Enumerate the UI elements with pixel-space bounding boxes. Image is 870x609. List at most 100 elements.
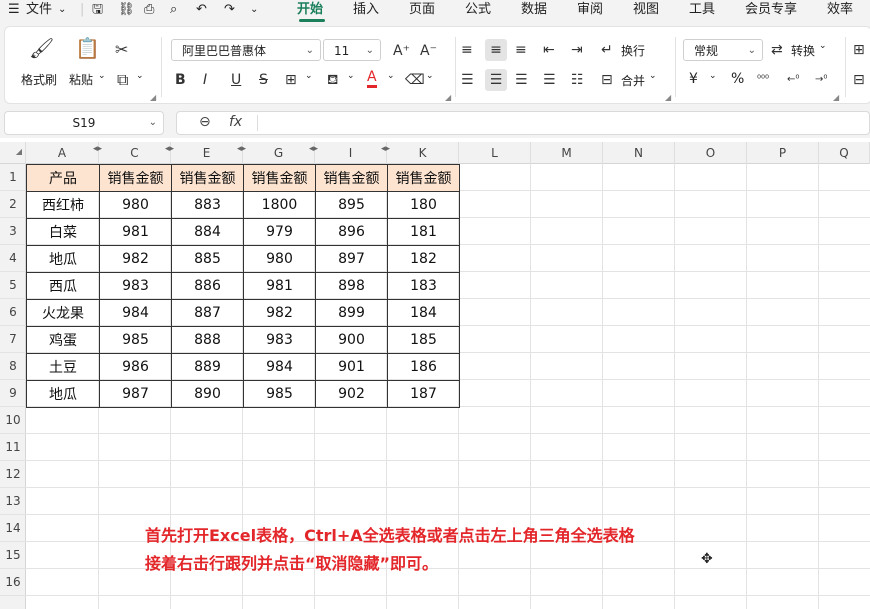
chevron-down-icon[interactable]: ⌄ xyxy=(347,71,355,81)
row-header-7[interactable]: 7 xyxy=(0,326,26,353)
print-icon[interactable]: ⎙ xyxy=(144,1,154,19)
table-cell[interactable]: 895 xyxy=(315,191,388,219)
currency-button[interactable]: ¥ xyxy=(689,71,698,87)
table-cell[interactable]: 890 xyxy=(171,380,244,408)
fx-icon[interactable]: fx xyxy=(229,114,242,130)
wrap-text-label[interactable]: 换行 xyxy=(621,42,645,59)
table-cell[interactable]: 183 xyxy=(387,272,460,300)
column-header-l[interactable]: L xyxy=(459,142,531,164)
column-header-o[interactable]: O xyxy=(675,142,747,164)
italic-icon[interactable]: I xyxy=(203,71,207,89)
row-header-14[interactable]: 14 xyxy=(0,515,26,542)
row-header-10[interactable]: 10 xyxy=(0,407,26,434)
column-header-n[interactable]: N xyxy=(603,142,675,164)
row-header-8[interactable]: 8 xyxy=(0,353,26,380)
table-cell[interactable]: 982 xyxy=(99,245,172,273)
table-cell[interactable]: 186 xyxy=(387,353,460,381)
decrease-font-icon[interactable]: A⁻ xyxy=(420,42,437,60)
column-header-g[interactable]: G xyxy=(243,142,315,164)
chevron-down-icon[interactable]: ⌄ xyxy=(58,1,66,19)
table-cell[interactable]: 土豆 xyxy=(26,353,100,381)
table-cell[interactable]: 181 xyxy=(387,218,460,246)
chevron-down-icon[interactable]: ⌄ xyxy=(387,71,395,81)
table-cell[interactable]: 981 xyxy=(243,272,316,300)
table-cell[interactable]: 西瓜 xyxy=(26,272,100,300)
table-cell[interactable]: 地瓜 xyxy=(26,380,100,408)
hamburger-icon[interactable]: ☰ xyxy=(8,1,20,19)
column-header-q[interactable]: Q xyxy=(819,142,870,164)
table-cell[interactable]: 180 xyxy=(387,191,460,219)
select-all-triangle-icon[interactable]: ◢ xyxy=(16,141,22,163)
table-cell[interactable]: 182 xyxy=(387,245,460,273)
eraser-icon[interactable]: ⌫ xyxy=(405,71,425,89)
number-format-select[interactable]: 常规 ⌄ xyxy=(683,39,763,61)
align-center-icon[interactable]: ☰ xyxy=(485,69,507,91)
table-cell[interactable]: 901 xyxy=(315,353,388,381)
hidden-column-icon[interactable]: ◂▸ xyxy=(93,144,102,154)
hidden-column-icon[interactable]: ◂▸ xyxy=(237,144,246,154)
table-cell[interactable]: 884 xyxy=(171,218,244,246)
row-header-13[interactable]: 13 xyxy=(0,488,26,515)
redo-icon[interactable]: ↷ xyxy=(224,1,235,19)
decrease-decimal-icon[interactable]: →⁰ xyxy=(815,71,827,89)
justify-icon[interactable]: ☰ xyxy=(543,71,556,89)
quick-access-more-icon[interactable]: ⌄ xyxy=(250,1,258,19)
table-cell[interactable]: 985 xyxy=(243,380,316,408)
table-cell[interactable]: 886 xyxy=(171,272,244,300)
table-cell[interactable]: 898 xyxy=(315,272,388,300)
tab-tools[interactable]: 工具 xyxy=(689,1,715,19)
file-menu[interactable]: 文件 xyxy=(26,1,52,19)
paste-label[interactable]: 粘贴 xyxy=(69,71,93,88)
fill-color-icon[interactable]: ⛾ xyxy=(327,71,338,89)
row-header-4[interactable]: 4 xyxy=(0,245,26,272)
table-header-cell[interactable]: 销售金额 xyxy=(387,164,460,192)
tab-page[interactable]: 页面 xyxy=(409,1,435,19)
table-format-icon[interactable]: ⊟ xyxy=(853,71,865,89)
chevron-down-icon[interactable]: ⌄ xyxy=(305,71,313,81)
tab-efficiency[interactable]: 效率 xyxy=(827,1,853,19)
table-cell[interactable]: 986 xyxy=(99,353,172,381)
table-cell[interactable]: 885 xyxy=(171,245,244,273)
save-icon[interactable]: 🖫 xyxy=(92,1,103,19)
chevron-down-icon[interactable]: ⌄ xyxy=(426,71,434,81)
select-all-corner[interactable]: ◢ xyxy=(0,142,26,164)
table-cell[interactable]: 鸡蛋 xyxy=(26,326,100,354)
bold-icon[interactable]: B xyxy=(175,71,186,89)
tab-insert[interactable]: 插入 xyxy=(353,1,379,19)
cut-icon[interactable]: ✂ xyxy=(115,41,128,59)
dialog-launcher-icon[interactable]: ◢ xyxy=(150,93,156,102)
table-cell[interactable]: 1800 xyxy=(243,191,316,219)
table-cell[interactable]: 980 xyxy=(99,191,172,219)
row-header-16[interactable]: 16 xyxy=(0,569,26,596)
thousands-separator-icon[interactable]: ⁰⁰⁰ xyxy=(757,71,769,89)
format-painter-icon[interactable]: 🖌 xyxy=(29,38,54,58)
chevron-down-icon[interactable]: ⌄ xyxy=(709,71,717,81)
borders-icon[interactable]: ⊞ xyxy=(285,71,297,89)
table-header-cell[interactable]: 销售金额 xyxy=(99,164,172,192)
tab-formula[interactable]: 公式 xyxy=(465,1,491,19)
column-header-k[interactable]: K xyxy=(387,142,459,164)
tab-member[interactable]: 会员专享 xyxy=(745,1,797,19)
copy-icon[interactable]: ⧉ xyxy=(117,71,128,89)
print-preview-icon[interactable]: ⌕ xyxy=(170,1,177,19)
table-cell[interactable]: 985 xyxy=(99,326,172,354)
decrease-indent-icon[interactable]: ⇤ xyxy=(543,41,555,59)
table-cell[interactable]: 987 xyxy=(99,380,172,408)
row-header-15[interactable]: 15 xyxy=(0,542,26,569)
dialog-launcher-icon[interactable]: ◢ xyxy=(665,93,671,102)
table-cell[interactable]: 184 xyxy=(387,299,460,327)
table-cell[interactable]: 984 xyxy=(99,299,172,327)
merge-label[interactable]: 合并 xyxy=(621,72,645,89)
table-cell[interactable]: 889 xyxy=(171,353,244,381)
chevron-down-icon[interactable]: ⌄ xyxy=(98,71,106,81)
convert-label[interactable]: 转换 xyxy=(791,42,815,59)
row-header-5[interactable]: 5 xyxy=(0,272,26,299)
strikethrough-icon[interactable]: S xyxy=(259,71,268,89)
table-cell[interactable]: 982 xyxy=(243,299,316,327)
increase-decimal-icon[interactable]: ←⁰ xyxy=(787,71,799,89)
distributed-icon[interactable]: ☷ xyxy=(571,71,584,89)
table-cell[interactable]: 西红柿 xyxy=(26,191,100,219)
align-bottom-icon[interactable]: ≡ xyxy=(515,41,527,59)
hidden-column-icon[interactable]: ◂▸ xyxy=(309,144,318,154)
column-header-c[interactable]: C xyxy=(99,142,171,164)
